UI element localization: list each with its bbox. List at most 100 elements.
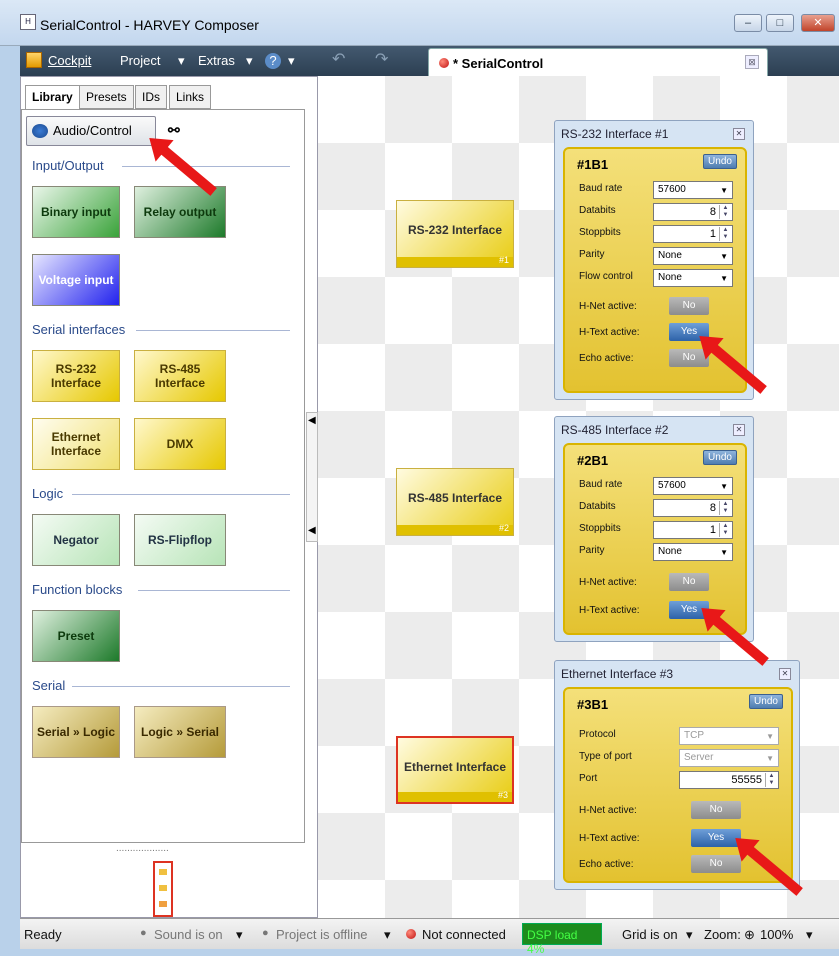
divider [72,686,290,687]
porttype-label: Type of port [579,751,632,762]
hnet-toggle[interactable]: No [669,573,709,591]
block-dmx[interactable]: DMX [134,418,226,470]
stopbits-spinner[interactable]: 1 ▲ ▼ [653,225,733,243]
block-binary-input[interactable]: Binary input [32,186,120,238]
parity-select[interactable]: None ▼ [653,247,733,265]
app-icon[interactable]: H [20,14,36,30]
porttype-select[interactable]: Server ▼ [679,749,779,767]
hnet-label: H-Net active: [579,805,637,816]
canvas-block-ethernet[interactable]: Ethernet Interface #3 [396,736,514,804]
block-rs-flipflop[interactable]: RS-Flipflop [134,514,226,566]
close-button[interactable]: ✕ [801,14,835,32]
zoom-value[interactable]: 100% [760,927,793,942]
title-bar: H SerialControl - HARVEY Composer – □ ✕ [0,0,839,46]
resize-grip[interactable]: ................... [116,843,169,854]
panel-close-icon[interactable]: ✕ [779,668,791,680]
flow-label: Flow control [579,271,633,282]
undo-button[interactable]: Undo [703,154,737,169]
echo-toggle[interactable]: No [691,855,741,873]
section-serial: Serial [32,678,66,693]
undo-button[interactable]: Undo [749,694,783,709]
menu-extras[interactable]: Extras [198,53,235,68]
block-number: #3 [497,790,508,800]
collapse-left-icon[interactable]: ◀ [308,415,316,426]
block-id: #3B1 [577,697,609,712]
spinner-arrows-icon[interactable]: ▲ ▼ [765,773,777,787]
port-spinner[interactable]: 55555 ▲ ▼ [679,771,779,789]
splitter-handle[interactable]: ◀ ◀ [306,412,318,542]
block-number: #2 [498,523,509,533]
design-canvas[interactable]: RS-232 Interface #1 RS-485 Interface #2 … [318,76,839,918]
status-sound[interactable]: Sound is on [154,927,223,942]
parity-value: None [658,546,682,557]
canvas-block-rs232[interactable]: RS-232 Interface #1 [396,200,514,268]
divider [72,494,290,495]
section-serial-interfaces: Serial interfaces [32,322,126,337]
port-label: Port [579,773,598,784]
maximize-button[interactable]: □ [766,14,794,32]
block-ethernet[interactable]: Ethernet Interface [32,418,120,470]
audio-control-button[interactable]: Audio/Control [26,116,156,146]
minimap[interactable] [153,861,173,917]
chevron-down-icon[interactable]: ▾ [806,927,813,943]
parity-select[interactable]: None ▼ [653,543,733,561]
menu-project[interactable]: Project [120,53,160,68]
tab-ids[interactable]: IDs [135,85,167,109]
status-connection[interactable]: Not connected [422,927,506,942]
minimap-block [159,901,167,907]
tab-close-icon[interactable]: ⊠ [745,55,759,69]
databits-spinner[interactable]: 8 ▲ ▼ [653,203,733,221]
undo-button[interactable]: Undo [703,450,737,465]
baud-select[interactable]: 57600 ▼ [653,181,733,199]
baud-label: Baud rate [579,183,623,194]
htext-label: H-Text active: [579,605,640,616]
baud-select[interactable]: 57600 ▼ [653,477,733,495]
audio-control-icon [32,124,48,138]
block-rs232[interactable]: RS-232 Interface [32,350,120,402]
databits-value: 8 [709,206,716,218]
panel-close-icon[interactable]: ✕ [733,424,745,436]
databits-spinner[interactable]: 8 ▲ ▼ [653,499,733,517]
divider [136,330,290,331]
dropdown-arrow-icon: ▼ [720,274,728,283]
protocol-select[interactable]: TCP ▼ [679,727,779,745]
chevron-down-icon[interactable]: ▾ [236,927,243,943]
block-rs485[interactable]: RS-485 Interface [134,350,226,402]
status-grid[interactable]: Grid is on [622,927,678,942]
chevron-down-icon[interactable]: ▾ [686,927,693,943]
tab-serialcontrol[interactable]: * SerialControl ⊠ [428,48,768,76]
block-relay-output[interactable]: Relay output [134,186,226,238]
tab-library[interactable]: Library [25,85,80,109]
panel-close-icon[interactable]: ✕ [733,128,745,140]
spinner-arrows-icon[interactable]: ▲ ▼ [719,205,731,219]
block-preset[interactable]: Preset [32,610,120,662]
hnet-toggle[interactable]: No [691,801,741,819]
collapse-left-icon[interactable]: ◀ [308,525,316,536]
dropdown-arrow-icon: ▼ [720,186,728,195]
status-project[interactable]: Project is offline [276,927,368,942]
canvas-block-rs485[interactable]: RS-485 Interface #2 [396,468,514,536]
spinner-arrows-icon[interactable]: ▲ ▼ [719,227,731,241]
zoom-in-icon[interactable]: ⊕ [744,927,755,943]
stopbits-spinner[interactable]: 1 ▲ ▼ [653,521,733,539]
divider [138,590,290,591]
hnet-toggle[interactable]: No [669,297,709,315]
chevron-down-icon[interactable]: ▾ [384,927,391,943]
spinner-arrows-icon[interactable]: ▲ ▼ [719,523,731,537]
redo-icon[interactable]: ↷ [375,49,388,69]
block-serial-logic[interactable]: Serial » Logic [32,706,120,758]
help-menu[interactable]: ? [265,53,281,69]
undo-icon[interactable]: ↶ [332,49,345,69]
spinner-arrows-icon[interactable]: ▲ ▼ [719,501,731,515]
tab-presets[interactable]: Presets [79,85,134,109]
flow-select[interactable]: None ▼ [653,269,733,287]
menu-cockpit[interactable]: Cockpit [48,53,91,68]
tab-links[interactable]: Links [169,85,212,109]
block-negator[interactable]: Negator [32,514,120,566]
status-bar: Ready ● Sound is on ▾ ● Project is offli… [20,918,839,956]
panel-title: RS-485 Interface #2 [561,423,669,437]
block-logic-serial[interactable]: Logic » Serial [134,706,226,758]
block-id: #2B1 [577,453,609,468]
minimize-button[interactable]: – [734,14,762,32]
block-voltage-input[interactable]: Voltage input [32,254,120,306]
